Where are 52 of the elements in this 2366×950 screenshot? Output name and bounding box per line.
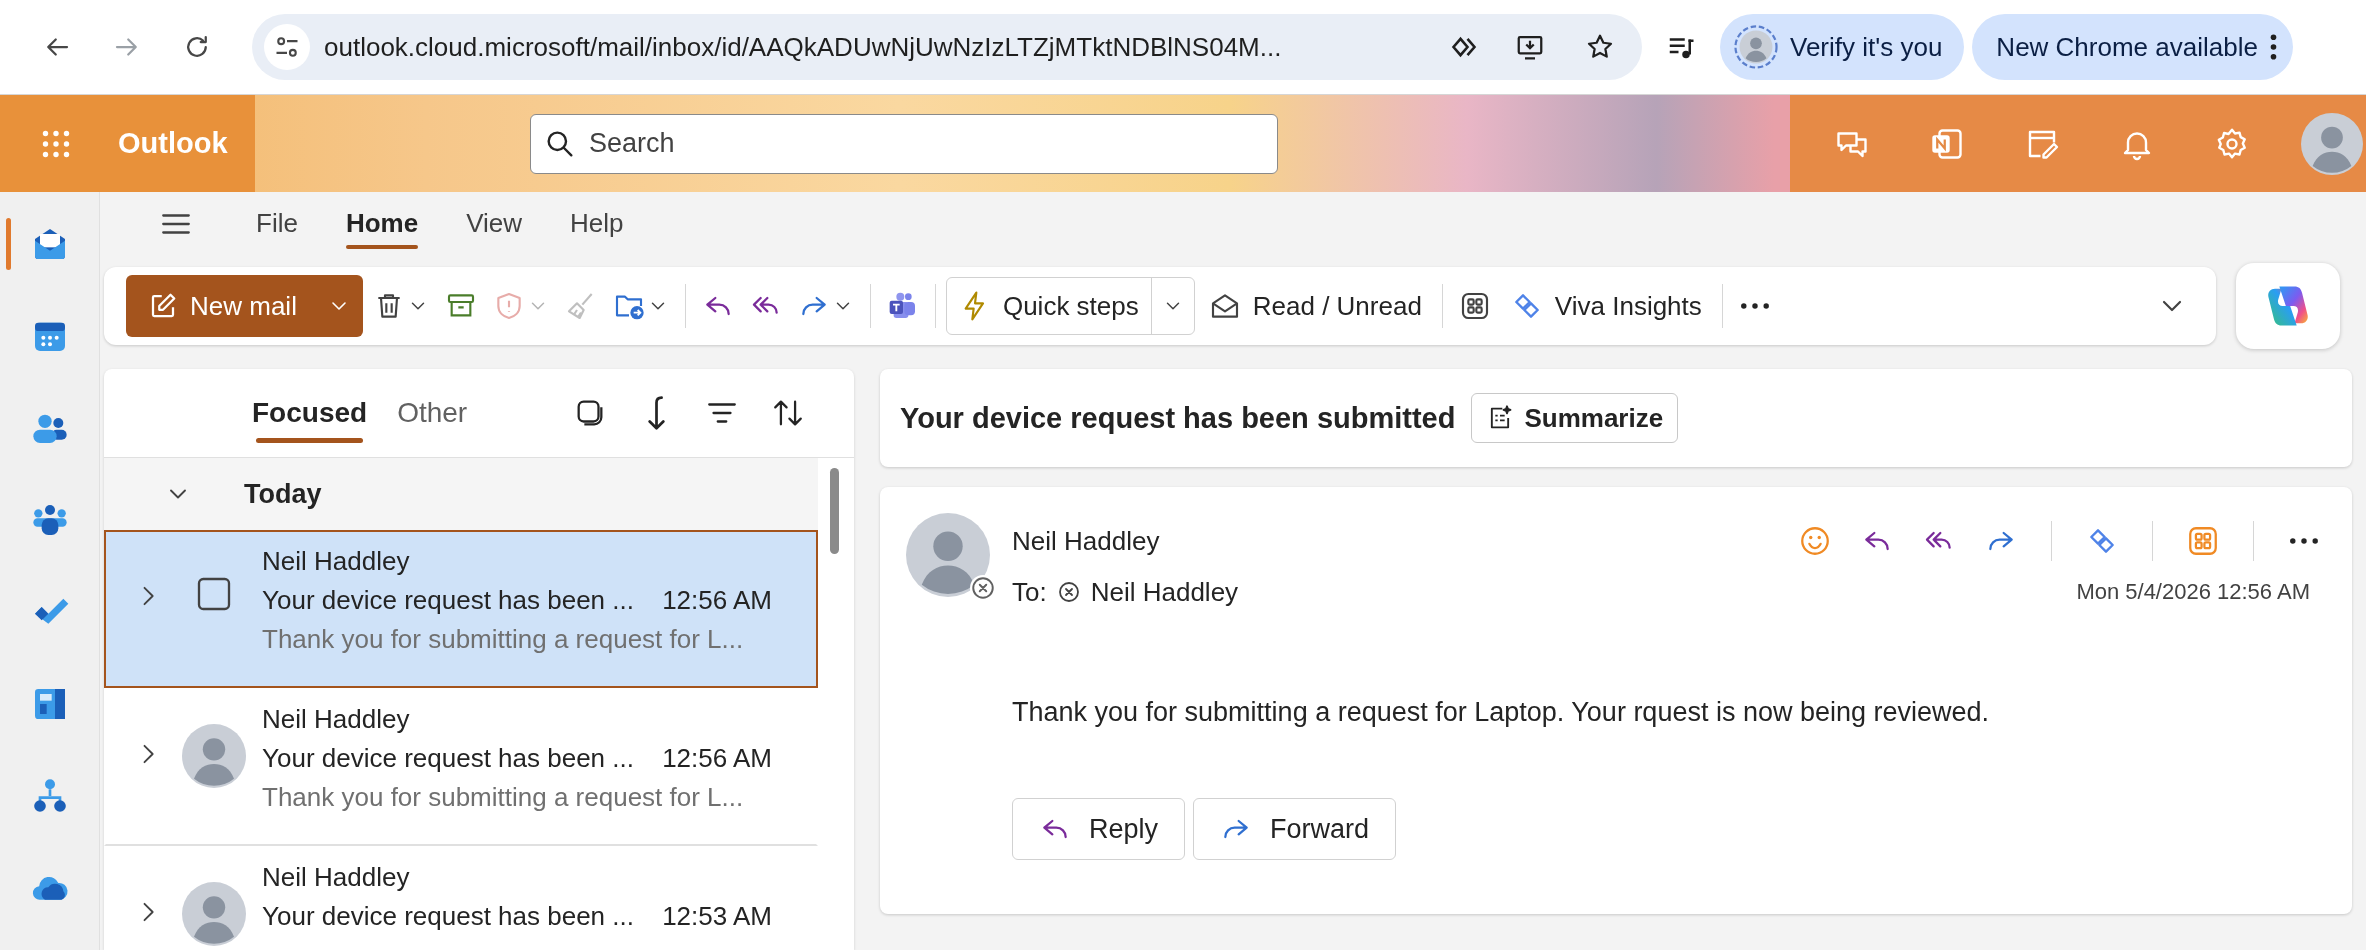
- summarize-button[interactable]: Summarize: [1471, 393, 1679, 443]
- copilot-button[interactable]: [2236, 263, 2340, 349]
- scrollbar-thumb[interactable]: [830, 468, 839, 554]
- address-bar[interactable]: outlook.cloud.microsoft/mail/inbox/id/AAQkADUwNjUwNzIzLTZjMTktNDBlNS04M...: [252, 14, 1642, 80]
- verify-button[interactable]: Verify it's you: [1720, 14, 1965, 80]
- reply-button[interactable]: Reply: [1012, 798, 1186, 860]
- to-label: To:: [1012, 576, 1047, 608]
- viva-insights-button[interactable]: Viva Insights: [1500, 278, 1712, 334]
- read-unread-button[interactable]: Read / Unread: [1198, 278, 1432, 334]
- menu-tab[interactable]: Home: [337, 198, 427, 249]
- sent-date: Mon 5/4/2026 12:56 AM: [2076, 579, 2311, 605]
- recipient-name: Neil Haddley: [1090, 576, 1239, 608]
- sender-name: Neil Haddley: [262, 704, 411, 735]
- arrow-down-icon: [647, 396, 665, 430]
- menu-tab[interactable]: View: [458, 198, 531, 249]
- sender-name: Neil Haddley: [262, 546, 411, 577]
- received-time: 12:56 AM: [662, 743, 772, 774]
- emoji-icon: [1798, 524, 1832, 558]
- more-icon: [2288, 537, 2320, 545]
- menu-tab[interactable]: File: [248, 198, 306, 249]
- message-body: Thank you for submitting a request for Laptop. Your rquest is now being reviewed.: [1012, 697, 1991, 728]
- avatar-icon: [182, 724, 246, 788]
- subject-text: Your device request has been ...: [262, 901, 634, 932]
- subject-text: Your device request has been ...: [262, 743, 634, 774]
- message-item[interactable]: Neil Haddley Your device request has been ... 12:53 AM: [104, 846, 818, 950]
- more-icon: [1738, 302, 1771, 310]
- forward-button[interactable]: Forward: [1193, 798, 1397, 860]
- preview-text: Thank you for submitting a request for L...: [262, 624, 745, 655]
- message-item[interactable]: Neil Haddley Your device request has been ... 12:56 AM Thank you for submitting a request for L...: [104, 530, 818, 688]
- date-group-label: Today: [244, 478, 322, 510]
- menu-tab[interactable]: Help: [562, 198, 632, 249]
- inbox-tab[interactable]: Other: [393, 383, 472, 443]
- avatar-icon: [2301, 112, 2363, 175]
- received-time: 12:56 AM: [662, 585, 772, 616]
- inbox-tab[interactable]: Focused: [248, 383, 372, 443]
- email-subject: Your device request has been submitted: [900, 401, 1456, 435]
- dismiss-circle-icon: [1056, 580, 1081, 604]
- sender-name: Neil Haddley: [1012, 525, 1160, 557]
- avatar-icon: [1734, 25, 1778, 69]
- search-field[interactable]: Search: [530, 113, 1278, 174]
- apps-icon: [2186, 524, 2220, 558]
- avatar-icon: [182, 882, 246, 946]
- update-button[interactable]: New Chrome available: [1972, 14, 2293, 80]
- app-name: Outlook: [118, 127, 228, 160]
- kebab-icon: [2269, 33, 2277, 61]
- subject-text: Your device request has been ...: [262, 585, 634, 616]
- site-info-button[interactable]: [264, 24, 310, 70]
- preview-text: Thank you for submitting a request for L...: [262, 782, 745, 813]
- received-time: 12:53 AM: [662, 901, 772, 932]
- message-item[interactable]: Neil Haddley Your device request has been ... 12:56 AM Thank you for submitting a request for L...: [104, 688, 818, 846]
- sender-name: Neil Haddley: [262, 862, 411, 893]
- url-text: outlook.cloud.microsoft/mail/inbox/id/AAQkADUwNjUwNzIzLTZjMTktNDBlNS04M...: [324, 31, 1283, 63]
